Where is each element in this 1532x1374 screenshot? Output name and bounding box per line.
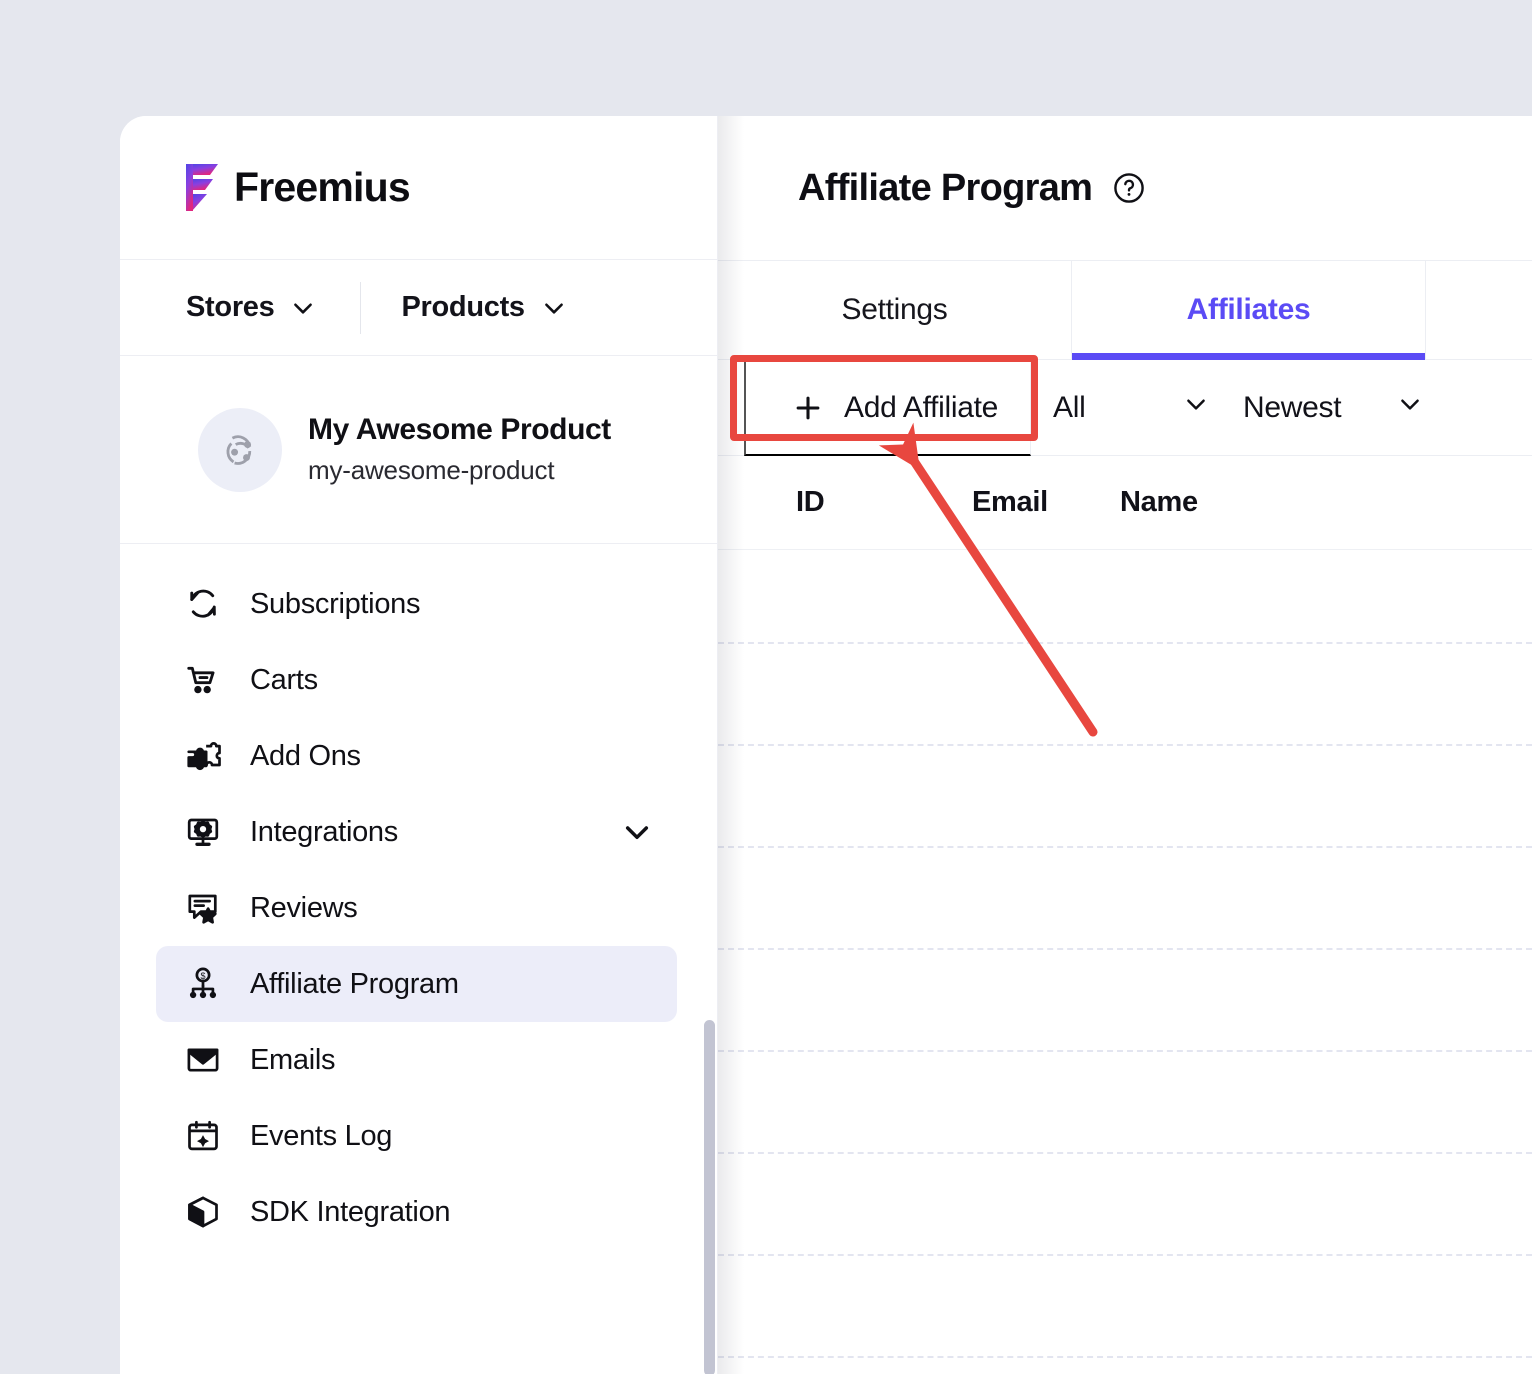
calendar-event-icon <box>184 1117 222 1155</box>
row-divider <box>718 744 1532 746</box>
products-switcher[interactable]: Products <box>401 291 566 324</box>
tab-label: Affiliates <box>1186 293 1311 326</box>
chevron-down-icon[interactable] <box>621 816 653 848</box>
sidebar-item-events-log[interactable]: Events Log <box>156 1098 677 1174</box>
row-divider <box>718 1050 1532 1052</box>
sidebar-nav: Subscriptions Carts Add Ons Integrations… <box>120 544 717 1250</box>
column-header-id[interactable]: ID <box>796 486 972 519</box>
sidebar-item-label: Integrations <box>250 815 398 848</box>
table-header-row: ID Email Name <box>718 456 1532 550</box>
row-divider <box>718 1356 1532 1358</box>
products-switcher-label: Products <box>401 291 525 323</box>
add-affiliate-label: Add Affiliate <box>844 390 998 424</box>
sidebar-item-emails[interactable]: Emails <box>156 1022 677 1098</box>
product-avatar-icon <box>198 407 282 492</box>
sidebar-item-label: Subscriptions <box>250 587 421 620</box>
sidebar-item-label: Add Ons <box>250 739 361 772</box>
envelope-icon <box>184 1041 222 1079</box>
switcher-divider <box>360 281 362 334</box>
freemius-logo-icon <box>186 162 220 214</box>
sidebar-item-integrations[interactable]: Integrations <box>156 794 677 870</box>
sort-order-value: Newest <box>1243 390 1342 424</box>
chevron-down-icon <box>1397 391 1423 425</box>
sidebar-item-label: Reviews <box>250 891 358 924</box>
chevron-down-icon <box>290 295 316 321</box>
sidebar-item-carts[interactable]: Carts <box>156 642 677 718</box>
sidebar-item-label: Events Log <box>250 1119 393 1152</box>
brand-name: Freemius <box>234 164 411 210</box>
sidebar-item-subscriptions[interactable]: Subscriptions <box>156 566 677 642</box>
sidebar-item-label: SDK Integration <box>250 1195 451 1228</box>
page-header: Affiliate Program <box>718 116 1532 260</box>
sidebar-item-label: Carts <box>250 663 318 696</box>
sidebar-item-label: Affiliate Program <box>250 967 459 1000</box>
puzzle-piece-icon <box>184 737 222 775</box>
chevron-down-icon <box>541 295 567 321</box>
row-divider <box>718 1254 1532 1256</box>
sidebar-item-affiliate-program[interactable]: $ Affiliate Program <box>156 946 677 1022</box>
tab-label: Settings <box>841 293 948 326</box>
affiliate-network-icon: $ <box>184 965 222 1003</box>
brand-logo[interactable]: Freemius <box>120 116 717 260</box>
tab-affiliates[interactable]: Affiliates <box>1072 261 1426 360</box>
sidebar-item-label: Emails <box>250 1043 336 1076</box>
plus-icon <box>792 392 824 424</box>
product-text-block: My Awesome Product my-awesome-product <box>308 413 611 486</box>
tab-settings[interactable]: Settings <box>718 261 1072 359</box>
row-divider <box>718 642 1532 644</box>
sort-order-select[interactable]: Newest <box>1227 360 1441 456</box>
context-switchers: Stores Products <box>120 260 717 356</box>
help-circle-icon[interactable] <box>1112 171 1146 205</box>
app-window: Freemius Stores Products My Awesome Prod… <box>120 116 1532 1374</box>
sidebar-item-sdk-integration[interactable]: SDK Integration <box>156 1174 677 1250</box>
add-affiliate-button[interactable]: Add Affiliate <box>744 359 1031 456</box>
sidebar-scrollbar[interactable] <box>704 1020 715 1374</box>
review-star-icon <box>184 889 222 927</box>
monitor-gear-icon <box>184 813 222 851</box>
page-title: Affiliate Program <box>798 166 1093 209</box>
tab-bar: Settings Affiliates <box>718 260 1532 360</box>
column-header-email[interactable]: Email <box>972 486 1120 519</box>
shopping-cart-icon <box>184 661 222 699</box>
product-slug: my-awesome-product <box>308 455 555 485</box>
table-body <box>718 550 1532 1374</box>
row-divider <box>718 1152 1532 1154</box>
svg-text:$: $ <box>200 971 205 981</box>
stores-switcher[interactable]: Stores <box>186 291 316 324</box>
row-divider <box>718 948 1532 950</box>
chevron-down-icon <box>1183 391 1209 425</box>
sidebar-item-add-ons[interactable]: Add Ons <box>156 718 677 794</box>
main-content: Affiliate Program Settings Affiliates Ad… <box>718 116 1532 1374</box>
sidebar: Freemius Stores Products My Awesome Prod… <box>120 116 718 1374</box>
refresh-cycle-icon <box>184 585 222 623</box>
current-product[interactable]: My Awesome Product my-awesome-product <box>120 356 717 544</box>
status-filter-value: All <box>1053 390 1086 424</box>
stores-switcher-label: Stores <box>186 291 275 323</box>
cube-box-icon <box>184 1193 222 1231</box>
toolbar: Add Affiliate All Newest <box>718 359 1532 456</box>
column-header-name[interactable]: Name <box>1120 486 1198 519</box>
row-divider <box>718 846 1532 848</box>
sidebar-item-reviews[interactable]: Reviews <box>156 870 677 946</box>
product-name: My Awesome Product <box>308 413 611 446</box>
status-filter-select[interactable]: All <box>1031 360 1227 456</box>
